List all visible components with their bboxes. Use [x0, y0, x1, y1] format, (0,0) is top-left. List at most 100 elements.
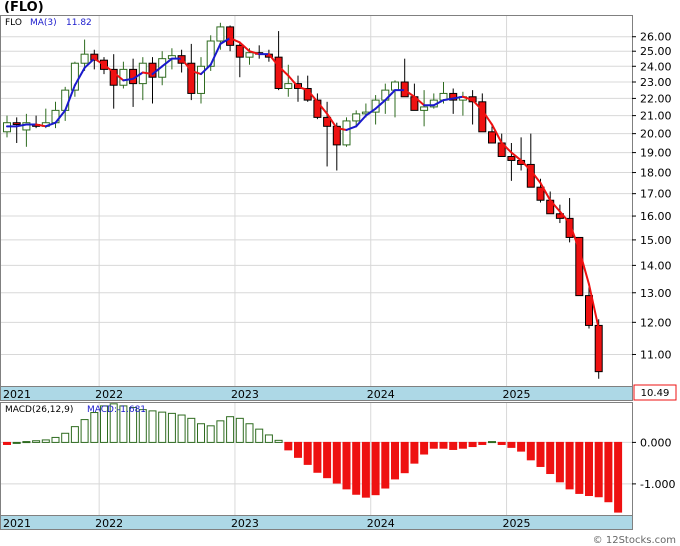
price-tick-label: 19.00: [640, 147, 672, 160]
macd-bar: [536, 441, 545, 467]
macd-tick-label: -1.000: [640, 478, 675, 491]
date-label: 2024: [367, 517, 395, 530]
macd-bar: [177, 414, 186, 443]
date-label: 2022: [95, 388, 123, 401]
macd-bar: [158, 411, 167, 443]
macd-bar: [478, 441, 487, 445]
macd-bar: [332, 441, 341, 484]
macd-bar: [80, 419, 89, 443]
macd-bar: [70, 426, 79, 443]
macd-bar: [381, 441, 390, 489]
macd-bar: [546, 441, 555, 475]
macd-bar: [575, 441, 584, 494]
candle-body: [575, 236, 584, 297]
macd-bar: [488, 441, 496, 444]
watermark: © 12Stocks.com: [593, 535, 676, 546]
macd-bar: [245, 423, 254, 443]
macd-bar: [226, 416, 235, 443]
price-tick-label: 12.00: [640, 316, 672, 329]
candle-body: [235, 44, 244, 58]
macd-bar: [235, 417, 244, 443]
ma-label: MA(3): [30, 18, 57, 28]
candle-body: [226, 26, 235, 46]
macd-bar: [51, 436, 60, 443]
symbol-label: FLO: [5, 18, 22, 28]
macd-bar: [604, 441, 613, 503]
macd-bar: [594, 441, 603, 498]
candle-body: [352, 113, 361, 122]
price-tick-label: 21.00: [640, 110, 672, 123]
date-label: 2024: [367, 388, 395, 401]
macd-bar: [90, 412, 99, 443]
macd-bar: [216, 420, 225, 443]
price-y-axis: 11.00 12.00 13.00 14.00 15.00 16.00 17.00 18.00…: [632, 31, 672, 361]
macd-bar: [371, 441, 380, 496]
macd-bar: [458, 441, 467, 449]
macd-bar: [614, 441, 623, 513]
date-label: 2022: [95, 517, 123, 530]
candle-body: [216, 26, 225, 42]
date-label: 2025: [503, 388, 531, 401]
macd-bar: [352, 441, 361, 495]
date-label: 2023: [231, 517, 259, 530]
price-tick-label: 23.00: [640, 76, 672, 89]
macd-bar: [206, 425, 215, 443]
candle-body: [284, 83, 293, 89]
price-tick-label: 24.00: [640, 60, 672, 73]
macd-bar: [197, 423, 205, 443]
macd-bar: [303, 441, 312, 465]
macd-bar: [323, 441, 332, 479]
stock-chart: 11.00 12.00 13.00 14.00 15.00 16.00 17.00 18.00…: [0, 15, 677, 546]
candle-body: [12, 122, 21, 126]
macd-bar: [565, 441, 574, 490]
macd-bar: [400, 441, 409, 474]
price-tick-label: 18.00: [640, 167, 672, 180]
macd-bar: [3, 441, 11, 445]
price-tick-label: 14.00: [640, 259, 672, 272]
price-tick-label: 20.00: [640, 128, 672, 141]
price-tick-label: 11.00: [640, 348, 672, 361]
macd-bar: [274, 439, 283, 443]
macd-bar: [167, 412, 176, 443]
macd-bar: [517, 441, 526, 452]
macd-bar: [361, 441, 370, 498]
price-tick-label: 17.00: [640, 188, 672, 201]
macd-bar: [12, 441, 21, 444]
macd-value: MACD:-1.681: [87, 405, 146, 415]
price-tick-label: 25.00: [640, 45, 672, 58]
macd-bar: [294, 441, 302, 458]
macd-bar: [187, 417, 196, 443]
candle-body: [478, 101, 487, 133]
macd-bar: [420, 441, 429, 455]
candle-body: [342, 120, 351, 146]
price-tick-label: 22.00: [640, 92, 672, 105]
macd-tick-label: 0.000: [640, 436, 672, 449]
macd-y-axis: 0.000 -1.000: [632, 436, 675, 491]
candle-body: [80, 53, 89, 64]
price-panel-frame: [0, 15, 633, 387]
macd-bar: [449, 441, 458, 450]
macd-bar: [284, 441, 293, 451]
last-price-tag: 10.49: [641, 388, 670, 399]
price-tick-label: 16.00: [640, 210, 672, 223]
macd-bar: [555, 441, 564, 483]
candle-body: [507, 155, 516, 161]
macd-bar: [507, 441, 516, 448]
candle-body: [420, 106, 429, 111]
candle-body: [245, 52, 254, 58]
macd-bar: [391, 441, 399, 480]
macd-bar: [264, 434, 273, 443]
macd-bar: [255, 428, 264, 443]
candle-body: [61, 89, 70, 111]
date-label: 2025: [503, 517, 531, 530]
macd-bar: [468, 441, 477, 448]
macd-bar: [61, 432, 70, 443]
price-tick-label: 26.00: [640, 31, 672, 44]
ma-value: 11.82: [66, 18, 92, 28]
macd-bar: [410, 441, 419, 464]
macd-bar: [585, 441, 593, 497]
macd-label: MACD(26,12,9): [5, 405, 73, 415]
macd-bar: [41, 439, 50, 443]
macd-bar: [429, 441, 438, 449]
macd-bar: [22, 441, 31, 444]
